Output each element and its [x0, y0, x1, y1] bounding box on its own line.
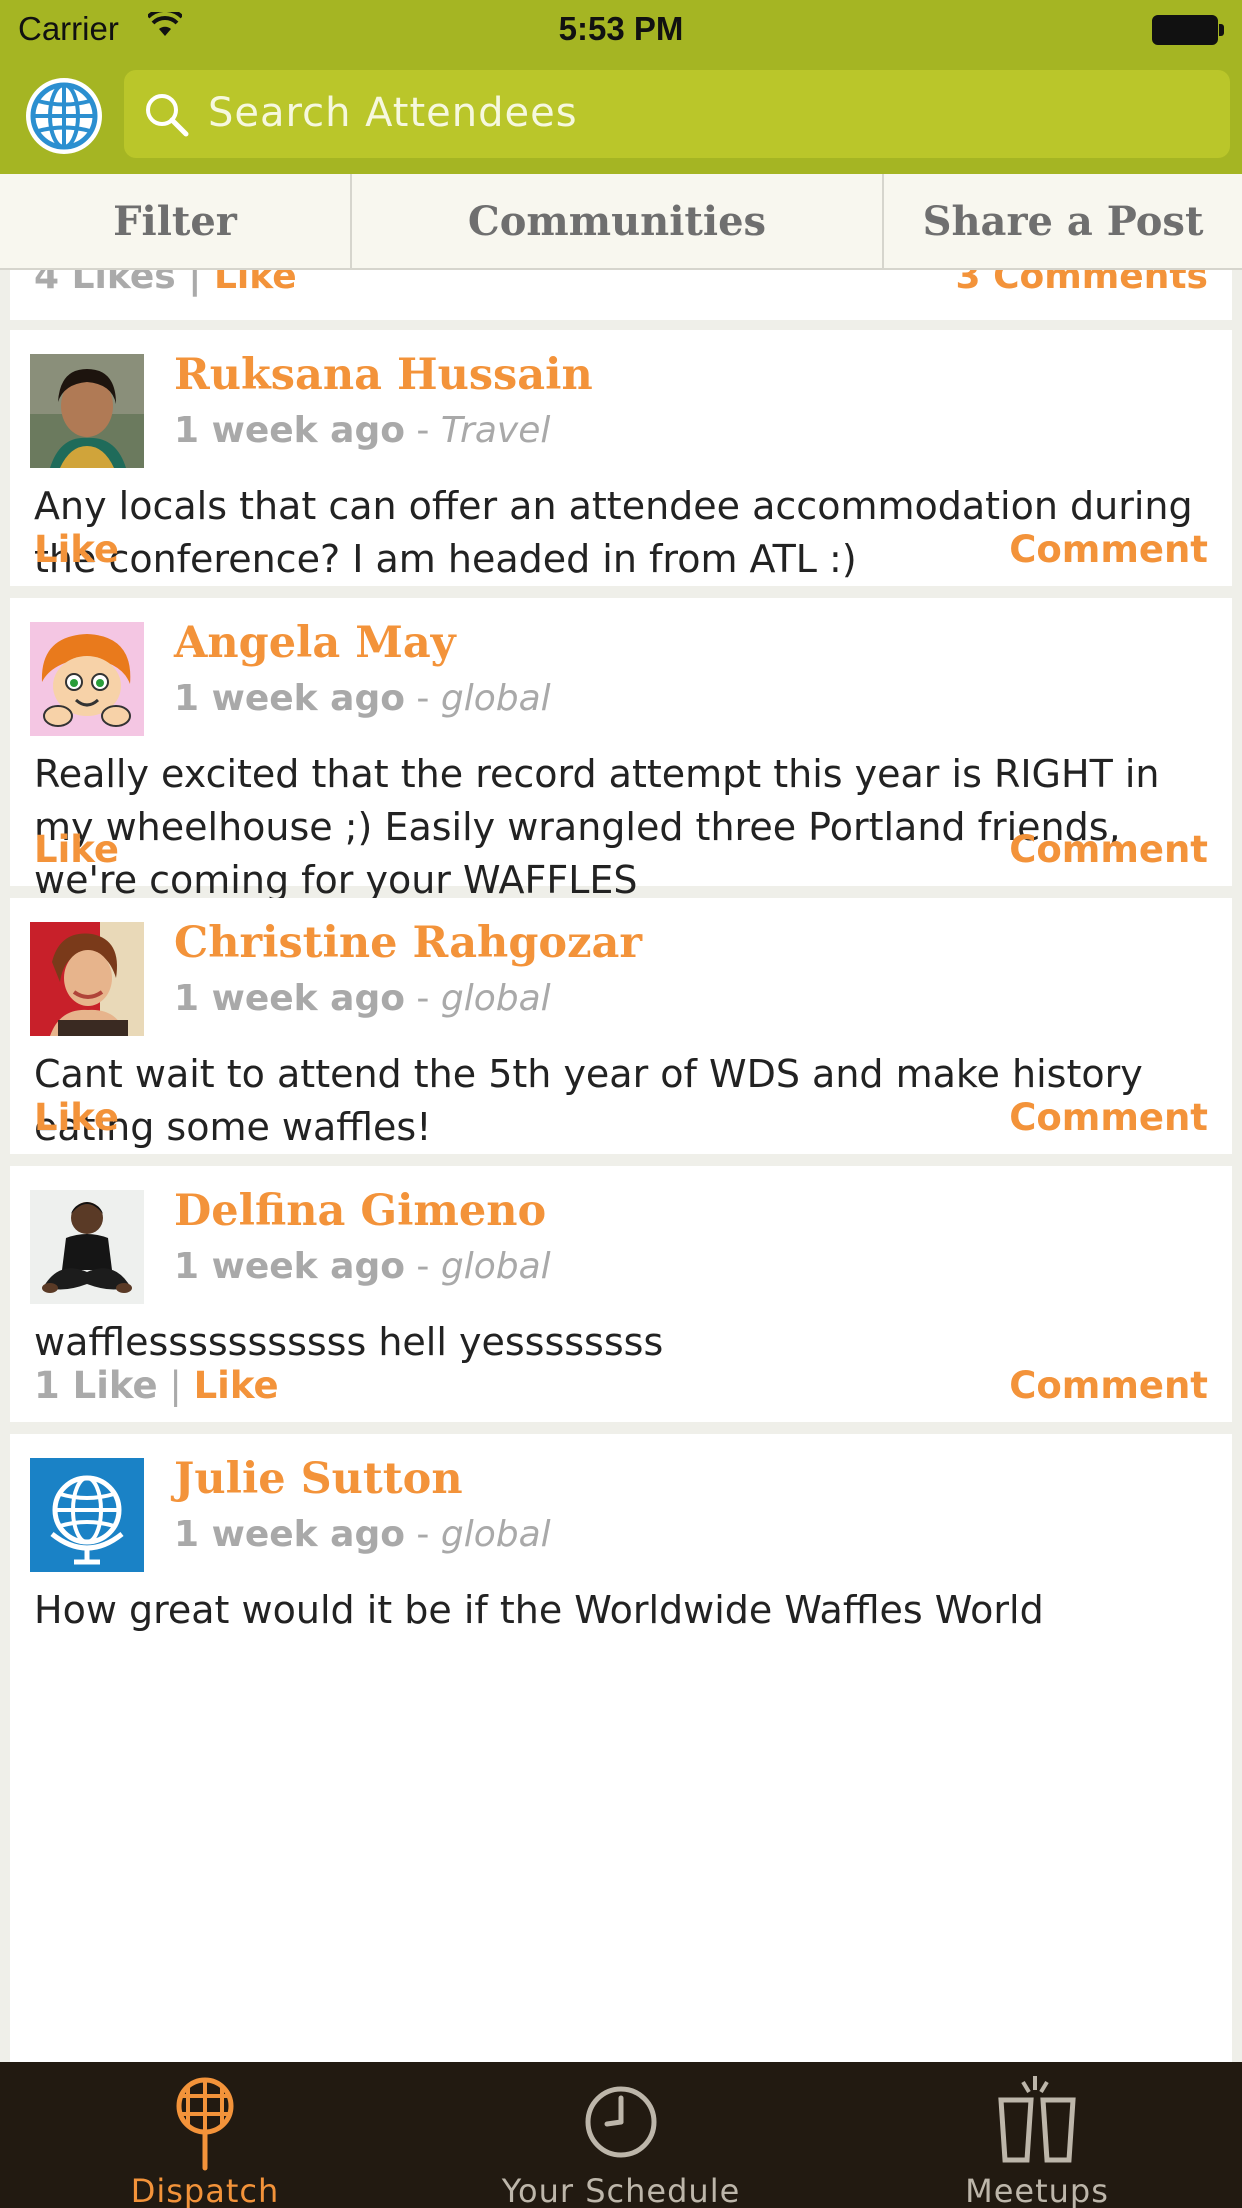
post-actions: 1 Like | Like Comment — [34, 1364, 1208, 1407]
post-feed: 4 Likes | Like 3 Comments Ruksana Hussai… — [0, 270, 1242, 2062]
tab-dispatch[interactable]: Dispatch — [80, 2062, 330, 2208]
like-count: 1 Like — [34, 1364, 158, 1407]
community-label[interactable]: global — [441, 678, 551, 719]
like-button[interactable]: Like — [34, 1096, 119, 1139]
post-time: 1 week ago — [174, 678, 405, 719]
author-name[interactable]: Ruksana Hussain — [174, 350, 593, 400]
post-text: wafflesssssssssss hell yessssssss — [34, 1320, 664, 1364]
post-actions: Like Comment — [34, 1096, 1208, 1139]
tab-filter[interactable]: Filter — [0, 174, 352, 268]
separator: - — [404, 678, 441, 719]
post-actions: Like Comment — [34, 528, 1208, 571]
tab-your-schedule[interactable]: Your Schedule — [496, 2062, 746, 2208]
separator: - — [404, 1246, 441, 1287]
comments-link[interactable]: 3 Comments — [956, 270, 1208, 297]
post-text: How great would it be if the Worldwide W… — [34, 1588, 1044, 1632]
avatar[interactable] — [30, 622, 144, 736]
author-name[interactable]: Angela May — [174, 618, 456, 668]
battery-icon — [1152, 15, 1224, 45]
tab-meetups[interactable]: Meetups — [912, 2062, 1162, 2208]
like-button[interactable]: Like — [34, 528, 119, 571]
post-time: 1 week ago — [174, 978, 405, 1019]
post-time: 1 week ago — [174, 1246, 405, 1287]
tab-label: Meetups — [965, 2172, 1109, 2208]
like-button[interactable]: Like — [194, 1364, 279, 1407]
tab-share-a-post[interactable]: Share a Post — [884, 174, 1242, 268]
post-actions: Like Comment — [34, 828, 1208, 871]
post-card: Angela May 1 week ago - global Really ex… — [10, 598, 1232, 902]
post-meta: 1 week ago - global — [174, 678, 551, 719]
separator: - — [404, 410, 441, 451]
separator: - — [404, 978, 441, 1019]
search-icon — [146, 94, 189, 137]
tab-label: Dispatch — [130, 2172, 280, 2208]
post-meta: 1 week ago - global — [174, 1514, 551, 1555]
like-count: 4 Likes — [34, 270, 176, 297]
action-tabs: Filter Communities Share a Post — [0, 174, 1242, 270]
post-card: Ruksana Hussain 1 week ago - Travel Any … — [10, 330, 1232, 586]
separator: - — [404, 1514, 441, 1555]
search-input[interactable]: Search Attendees — [124, 70, 1230, 158]
separator: | — [188, 270, 202, 297]
bottom-tab-bar: Dispatch Your Schedule Meetups — [0, 2062, 1242, 2208]
clock-icon — [585, 2086, 657, 2158]
waffle-racket-icon — [176, 2077, 234, 2171]
author-name[interactable]: Delfina Gimeno — [174, 1186, 546, 1236]
avatar[interactable] — [30, 922, 144, 1036]
top-bar: Carrier 5:53 PM Search Attendees — [0, 0, 1242, 174]
clock-time: 5:53 PM — [558, 10, 684, 47]
author-name[interactable]: Julie Sutton — [174, 1454, 463, 1504]
cups-icon — [998, 2076, 1076, 2163]
globe-icon — [30, 82, 98, 150]
avatar[interactable] — [30, 1190, 144, 1304]
globe-menu-button[interactable] — [26, 78, 102, 154]
community-label[interactable]: Travel — [441, 410, 551, 451]
community-label[interactable]: global — [441, 1514, 551, 1555]
post-time: 1 week ago — [174, 410, 405, 451]
post-meta: 1 week ago - global — [174, 978, 551, 1019]
post-meta: 1 week ago - global — [174, 1246, 551, 1287]
post-card: Delfina Gimeno 1 week ago - global waffl… — [10, 1166, 1232, 1422]
avatar[interactable] — [30, 354, 144, 468]
author-name[interactable]: Christine Rahgozar — [174, 918, 642, 968]
partial-post-footer: 4 Likes | Like 3 Comments — [10, 270, 1232, 320]
tab-label: Your Schedule — [501, 2172, 741, 2208]
avatar[interactable] — [30, 1458, 144, 1572]
comment-button[interactable]: Comment — [1009, 1096, 1208, 1139]
post-card: Julie Sutton 1 week ago - global How gre… — [10, 1434, 1232, 2062]
community-label[interactable]: global — [441, 1246, 551, 1287]
like-button[interactable]: Like — [214, 270, 297, 297]
tab-communities[interactable]: Communities — [352, 174, 884, 268]
post-time: 1 week ago — [174, 1514, 405, 1555]
post-meta: 1 week ago - Travel — [174, 410, 550, 451]
search-placeholder: Search Attendees — [208, 90, 578, 136]
comment-button[interactable]: Comment — [1009, 528, 1208, 571]
separator: | — [157, 1364, 194, 1407]
comment-button[interactable]: Comment — [1009, 828, 1208, 871]
status-bar: Carrier 5:53 PM — [0, 0, 1242, 60]
post-card: Christine Rahgozar 1 week ago - global C… — [10, 898, 1232, 1154]
comment-button[interactable]: Comment — [1009, 1364, 1208, 1407]
like-button[interactable]: Like — [34, 828, 119, 871]
community-label[interactable]: global — [441, 978, 551, 1019]
